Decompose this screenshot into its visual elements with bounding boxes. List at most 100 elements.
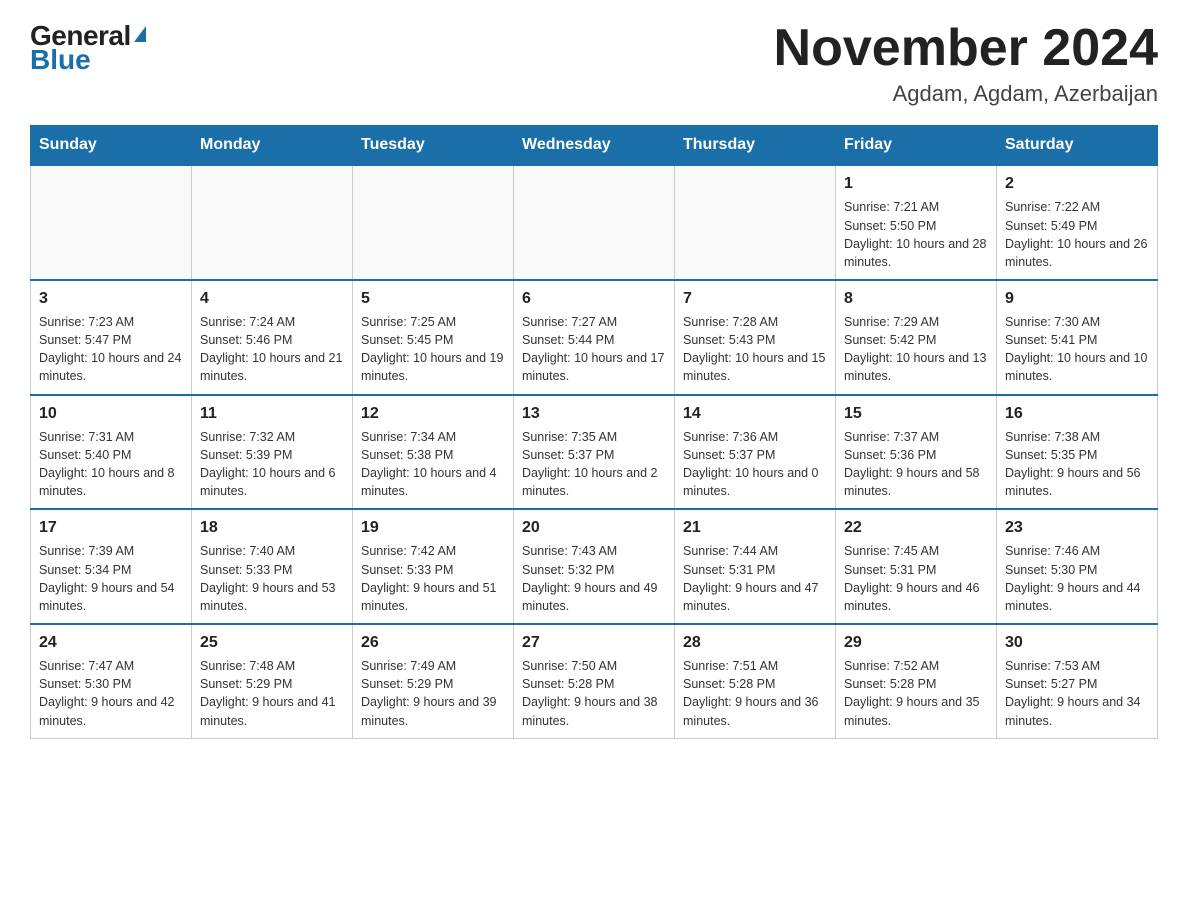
calendar-cell-3-5: 22 Sunrise: 7:45 AMSunset: 5:31 PMDayligh… bbox=[836, 509, 997, 624]
calendar-cell-3-4: 21 Sunrise: 7:44 AMSunset: 5:31 PMDayligh… bbox=[675, 509, 836, 624]
logo-blue-text: Blue bbox=[30, 44, 91, 76]
day-number: 11 bbox=[200, 402, 344, 425]
calendar-cell-4-0: 24Sunrise: 7:47 AMSunset: 5:30 PMDayligh… bbox=[31, 624, 192, 738]
day-info: Sunrise: 7:49 AMSunset: 5:29 PMDaylight:… bbox=[361, 657, 505, 730]
day-number: 10 bbox=[39, 402, 183, 425]
day-info: Sunrise: 7:40 AMSunset: 5:33 PMDaylight:… bbox=[200, 542, 344, 615]
calendar-cell-4-4: 28Sunrise: 7:51 AMSunset: 5:28 PMDayligh… bbox=[675, 624, 836, 738]
calendar-cell-2-2: 12 Sunrise: 7:34 AMSunset: 5:38 PMDayligh… bbox=[353, 395, 514, 510]
calendar-cell-0-5: 1 Sunrise: 7:21 AMSunset: 5:50 PMDaylight… bbox=[836, 165, 997, 280]
day-number: 12 bbox=[361, 402, 505, 425]
day-number: 9 bbox=[1005, 287, 1149, 310]
day-number: 24 bbox=[39, 631, 183, 654]
day-info: Sunrise: 7:37 AMSunset: 5:36 PMDaylight:… bbox=[844, 428, 988, 501]
day-number: 13 bbox=[522, 402, 666, 425]
day-info: Sunrise: 7:29 AMSunset: 5:42 PMDaylight:… bbox=[844, 313, 988, 386]
calendar-cell-0-1 bbox=[192, 165, 353, 280]
day-number: 19 bbox=[361, 516, 505, 539]
day-number: 26 bbox=[361, 631, 505, 654]
calendar-cell-2-4: 14 Sunrise: 7:36 AMSunset: 5:37 PMDayligh… bbox=[675, 395, 836, 510]
logo: General Blue bbox=[30, 20, 146, 76]
day-info: Sunrise: 7:27 AMSunset: 5:44 PMDaylight:… bbox=[522, 313, 666, 386]
calendar-cell-1-0: 3 Sunrise: 7:23 AMSunset: 5:47 PMDaylight… bbox=[31, 280, 192, 395]
calendar-cell-3-1: 18 Sunrise: 7:40 AMSunset: 5:33 PMDayligh… bbox=[192, 509, 353, 624]
day-info: Sunrise: 7:21 AMSunset: 5:50 PMDaylight:… bbox=[844, 198, 988, 271]
day-info: Sunrise: 7:31 AMSunset: 5:40 PMDaylight:… bbox=[39, 428, 183, 501]
day-info: Sunrise: 7:28 AMSunset: 5:43 PMDaylight:… bbox=[683, 313, 827, 386]
day-info: Sunrise: 7:42 AMSunset: 5:33 PMDaylight:… bbox=[361, 542, 505, 615]
day-info: Sunrise: 7:24 AMSunset: 5:46 PMDaylight:… bbox=[200, 313, 344, 386]
logo-triangle-icon bbox=[134, 26, 146, 42]
calendar-cell-2-0: 10 Sunrise: 7:31 AMSunset: 5:40 PMDayligh… bbox=[31, 395, 192, 510]
calendar-cell-3-2: 19 Sunrise: 7:42 AMSunset: 5:33 PMDayligh… bbox=[353, 509, 514, 624]
day-info: Sunrise: 7:48 AMSunset: 5:29 PMDaylight:… bbox=[200, 657, 344, 730]
calendar-cell-1-3: 6 Sunrise: 7:27 AMSunset: 5:44 PMDaylight… bbox=[514, 280, 675, 395]
calendar-header-row: Sunday Monday Tuesday Wednesday Thursday… bbox=[31, 126, 1158, 166]
calendar-cell-0-4 bbox=[675, 165, 836, 280]
calendar-cell-4-6: 30Sunrise: 7:53 AMSunset: 5:27 PMDayligh… bbox=[997, 624, 1158, 738]
calendar-cell-0-6: 2 Sunrise: 7:22 AMSunset: 5:49 PMDaylight… bbox=[997, 165, 1158, 280]
day-number: 5 bbox=[361, 287, 505, 310]
day-number: 4 bbox=[200, 287, 344, 310]
calendar-cell-0-0 bbox=[31, 165, 192, 280]
day-number: 7 bbox=[683, 287, 827, 310]
week-row-4: 17 Sunrise: 7:39 AMSunset: 5:34 PMDayligh… bbox=[31, 509, 1158, 624]
day-info: Sunrise: 7:39 AMSunset: 5:34 PMDaylight:… bbox=[39, 542, 183, 615]
day-number: 23 bbox=[1005, 516, 1149, 539]
day-number: 25 bbox=[200, 631, 344, 654]
day-number: 17 bbox=[39, 516, 183, 539]
calendar-cell-1-2: 5Sunrise: 7:25 AMSunset: 5:45 PMDaylight… bbox=[353, 280, 514, 395]
col-wednesday: Wednesday bbox=[514, 126, 675, 166]
day-number: 2 bbox=[1005, 172, 1149, 195]
day-number: 27 bbox=[522, 631, 666, 654]
col-thursday: Thursday bbox=[675, 126, 836, 166]
day-info: Sunrise: 7:45 AMSunset: 5:31 PMDaylight:… bbox=[844, 542, 988, 615]
calendar-cell-2-3: 13 Sunrise: 7:35 AMSunset: 5:37 PMDayligh… bbox=[514, 395, 675, 510]
day-info: Sunrise: 7:34 AMSunset: 5:38 PMDaylight:… bbox=[361, 428, 505, 501]
day-number: 1 bbox=[844, 172, 988, 195]
calendar-cell-1-5: 8Sunrise: 7:29 AMSunset: 5:42 PMDaylight… bbox=[836, 280, 997, 395]
calendar-cell-4-3: 27 Sunrise: 7:50 AMSunset: 5:28 PMDayligh… bbox=[514, 624, 675, 738]
day-number: 21 bbox=[683, 516, 827, 539]
page-header: General Blue November 2024 Agdam, Agdam,… bbox=[30, 20, 1158, 107]
day-info: Sunrise: 7:30 AMSunset: 5:41 PMDaylight:… bbox=[1005, 313, 1149, 386]
calendar-cell-2-1: 11Sunrise: 7:32 AMSunset: 5:39 PMDayligh… bbox=[192, 395, 353, 510]
day-info: Sunrise: 7:44 AMSunset: 5:31 PMDaylight:… bbox=[683, 542, 827, 615]
day-number: 15 bbox=[844, 402, 988, 425]
calendar-cell-1-1: 4 Sunrise: 7:24 AMSunset: 5:46 PMDaylight… bbox=[192, 280, 353, 395]
calendar-cell-0-3 bbox=[514, 165, 675, 280]
day-info: Sunrise: 7:35 AMSunset: 5:37 PMDaylight:… bbox=[522, 428, 666, 501]
day-info: Sunrise: 7:22 AMSunset: 5:49 PMDaylight:… bbox=[1005, 198, 1149, 271]
day-info: Sunrise: 7:23 AMSunset: 5:47 PMDaylight:… bbox=[39, 313, 183, 386]
day-info: Sunrise: 7:53 AMSunset: 5:27 PMDaylight:… bbox=[1005, 657, 1149, 730]
calendar-cell-1-6: 9 Sunrise: 7:30 AMSunset: 5:41 PMDaylight… bbox=[997, 280, 1158, 395]
col-friday: Friday bbox=[836, 126, 997, 166]
day-number: 28 bbox=[683, 631, 827, 654]
col-sunday: Sunday bbox=[31, 126, 192, 166]
day-number: 22 bbox=[844, 516, 988, 539]
day-number: 14 bbox=[683, 402, 827, 425]
day-info: Sunrise: 7:36 AMSunset: 5:37 PMDaylight:… bbox=[683, 428, 827, 501]
week-row-3: 10 Sunrise: 7:31 AMSunset: 5:40 PMDayligh… bbox=[31, 395, 1158, 510]
calendar-table: Sunday Monday Tuesday Wednesday Thursday… bbox=[30, 125, 1158, 738]
col-tuesday: Tuesday bbox=[353, 126, 514, 166]
calendar-cell-4-2: 26 Sunrise: 7:49 AMSunset: 5:29 PMDayligh… bbox=[353, 624, 514, 738]
calendar-cell-0-2 bbox=[353, 165, 514, 280]
calendar-cell-3-6: 23 Sunrise: 7:46 AMSunset: 5:30 PMDayligh… bbox=[997, 509, 1158, 624]
calendar-cell-4-5: 29Sunrise: 7:52 AMSunset: 5:28 PMDayligh… bbox=[836, 624, 997, 738]
calendar-cell-2-5: 15 Sunrise: 7:37 AMSunset: 5:36 PMDayligh… bbox=[836, 395, 997, 510]
day-info: Sunrise: 7:50 AMSunset: 5:28 PMDaylight:… bbox=[522, 657, 666, 730]
calendar-cell-1-4: 7 Sunrise: 7:28 AMSunset: 5:43 PMDaylight… bbox=[675, 280, 836, 395]
month-title: November 2024 bbox=[774, 20, 1158, 77]
day-number: 20 bbox=[522, 516, 666, 539]
day-number: 3 bbox=[39, 287, 183, 310]
col-monday: Monday bbox=[192, 126, 353, 166]
calendar-cell-3-3: 20Sunrise: 7:43 AMSunset: 5:32 PMDayligh… bbox=[514, 509, 675, 624]
day-number: 18 bbox=[200, 516, 344, 539]
day-info: Sunrise: 7:46 AMSunset: 5:30 PMDaylight:… bbox=[1005, 542, 1149, 615]
calendar-cell-4-1: 25 Sunrise: 7:48 AMSunset: 5:29 PMDayligh… bbox=[192, 624, 353, 738]
col-saturday: Saturday bbox=[997, 126, 1158, 166]
location-title: Agdam, Agdam, Azerbaijan bbox=[774, 81, 1158, 107]
day-number: 29 bbox=[844, 631, 988, 654]
day-number: 6 bbox=[522, 287, 666, 310]
